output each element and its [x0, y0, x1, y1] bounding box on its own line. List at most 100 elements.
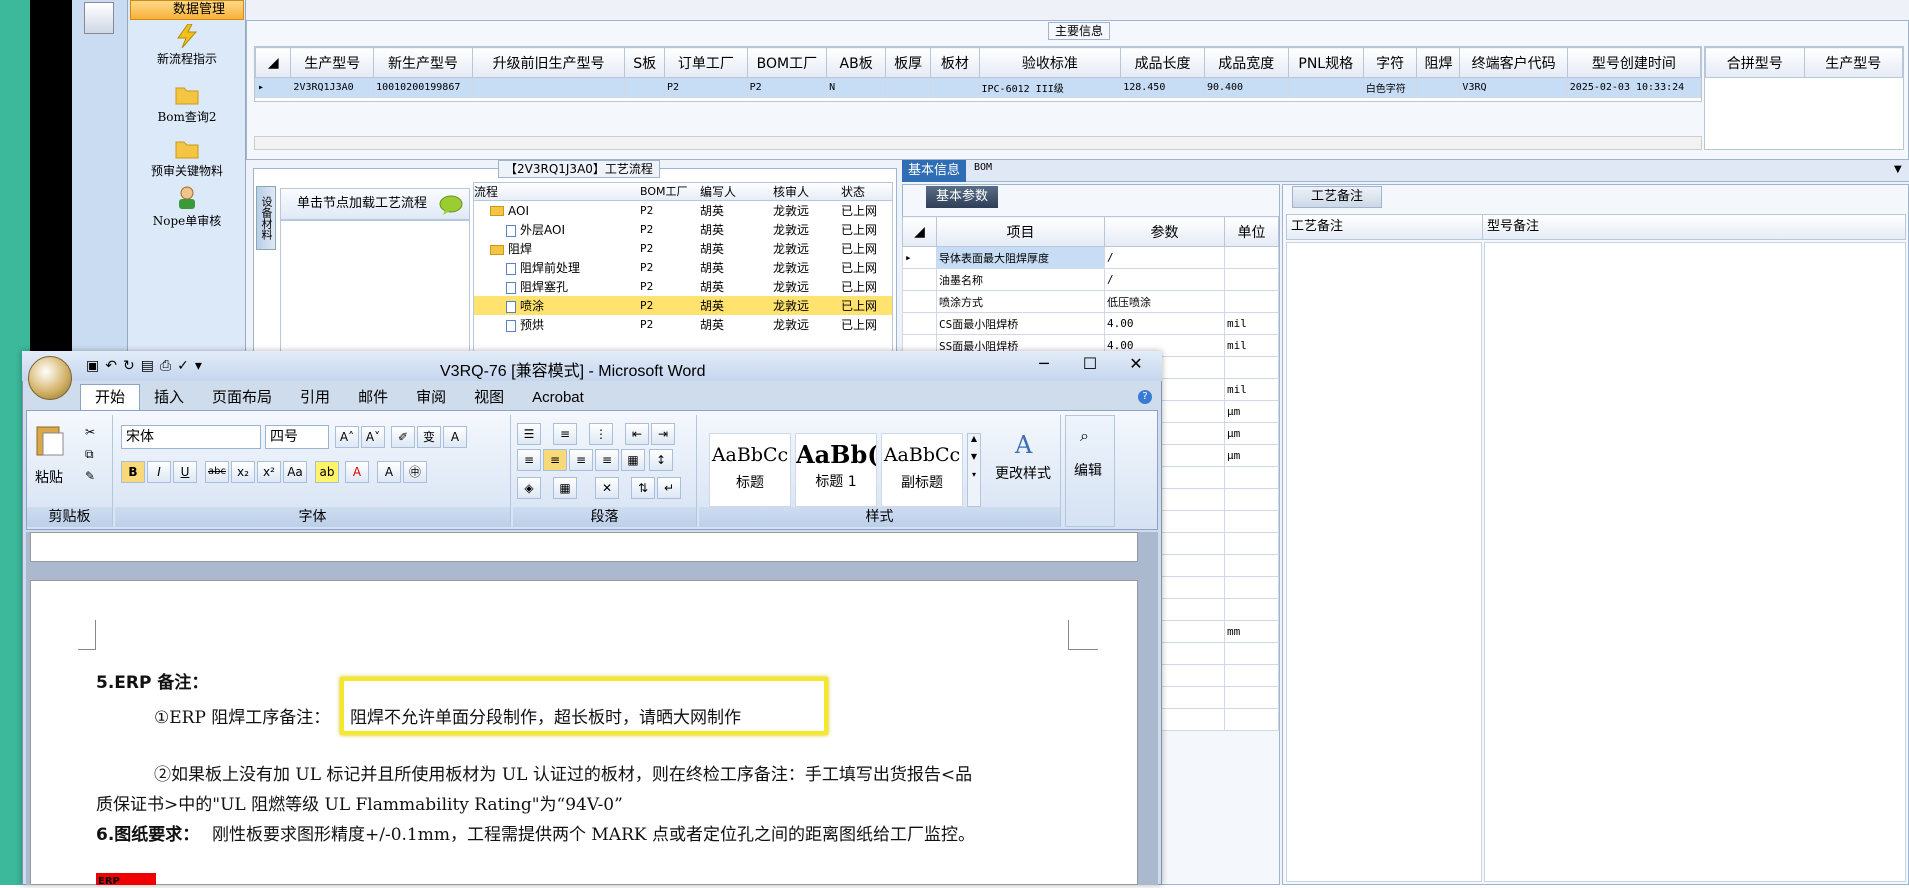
close-button[interactable]: ✕ — [1116, 352, 1156, 376]
calculator-icon[interactable] — [84, 2, 114, 34]
tree-row[interactable]: 阻焊塞孔 P2 胡英 龙敦远 已上网 — [474, 277, 892, 296]
open-icon[interactable]: ▤ — [141, 358, 160, 374]
param-value[interactable]: / — [1104, 268, 1225, 291]
tab-insert[interactable]: 插入 — [140, 385, 198, 411]
param-title[interactable]: 基本参数 — [926, 186, 998, 208]
cell[interactable]: 白色字符 — [1362, 77, 1418, 98]
param-item[interactable]: 油墨名称 — [936, 268, 1105, 291]
copy-icon[interactable]: ⧉ — [85, 447, 94, 462]
cell[interactable] — [624, 77, 665, 98]
cut-icon[interactable]: ✂ — [85, 425, 95, 439]
paste-button[interactable]: 粘贴 — [35, 467, 63, 487]
col-header[interactable]: 阻焊 — [1416, 47, 1461, 78]
office-button[interactable] — [28, 356, 72, 400]
edit-button[interactable]: 编辑 — [1074, 460, 1102, 480]
col-header[interactable]: 单位 — [1224, 216, 1279, 247]
param-unit[interactable] — [1224, 642, 1279, 665]
multilevel-icon[interactable]: ⋮ — [589, 423, 613, 445]
tab-review[interactable]: 审阅 — [402, 385, 460, 411]
numbering-icon[interactable]: ≡ — [553, 423, 577, 445]
tree-row[interactable]: 预烘 P2 胡英 龙敦远 已上网 — [474, 315, 892, 334]
line-spacing-icon[interactable]: ↕ — [649, 449, 673, 471]
dropdown-arrow-icon[interactable]: ▼ — [1894, 164, 1902, 175]
col-header[interactable]: 项目 — [936, 216, 1105, 247]
cell[interactable]: 2V3RQ1J3A0 — [290, 77, 375, 98]
cell[interactable]: P2 — [746, 77, 828, 98]
redo-icon[interactable]: ↻ — [123, 358, 141, 374]
col-header[interactable]: 板厚 — [885, 47, 932, 78]
param-unit[interactable] — [1224, 466, 1279, 489]
tree-node[interactable]: AOI — [474, 204, 634, 218]
nav-item-materials[interactable]: 预审关键物料 — [128, 136, 246, 179]
save-icon[interactable]: ▣ — [86, 358, 105, 374]
justify-icon[interactable]: ≡ — [595, 449, 619, 471]
param-unit[interactable] — [1224, 268, 1279, 291]
param-value[interactable]: 4.00 — [1104, 312, 1225, 335]
tree-col-bom[interactable]: BOM工厂 — [634, 183, 692, 200]
tree-row[interactable]: 阻焊前处理 P2 胡英 龙敦远 已上网 — [474, 258, 892, 277]
param-unit[interactable] — [1224, 246, 1279, 269]
enclose-char-icon[interactable]: ㊥ — [403, 461, 427, 483]
styles-scroll[interactable]: ▲ ▼ ▾ — [967, 433, 981, 507]
notes-col-model[interactable]: 型号备注 — [1483, 215, 1905, 239]
cell[interactable]: N — [826, 77, 887, 98]
font-name-select[interactable]: 宋体 — [121, 425, 261, 449]
cell[interactable]: P2 — [664, 77, 748, 98]
param-unit[interactable] — [1224, 686, 1279, 709]
process-notes-area[interactable] — [1286, 242, 1482, 882]
distribute-icon[interactable]: ▦ — [621, 449, 645, 471]
align-left-icon[interactable]: ≡ — [517, 449, 541, 471]
shrink-font-icon[interactable]: A˅ — [361, 426, 385, 448]
param-unit[interactable]: μm — [1224, 422, 1279, 445]
col-header[interactable]: S板 — [624, 47, 665, 78]
minimize-button[interactable]: ─ — [1024, 352, 1064, 376]
col-header[interactable]: 成品长度 — [1120, 47, 1205, 78]
data-mgmt-header[interactable]: 数据管理 — [130, 0, 244, 20]
print-icon[interactable]: ⎙ — [160, 358, 177, 374]
tree-col-writer[interactable]: 编写人 — [692, 183, 767, 200]
row-selector[interactable]: ▸ — [254, 77, 292, 98]
tab-bom[interactable]: BOM — [974, 162, 992, 173]
param-row[interactable]: ▸ 导体表面最大阻焊厚度 / — [902, 246, 1279, 269]
tab-basic-info[interactable]: 基本信息 — [902, 160, 966, 182]
tree-row[interactable]: 阻焊 P2 胡英 龙敦远 已上网 — [474, 239, 892, 258]
nav-item-review[interactable]: Nope单审核 — [128, 186, 246, 229]
row-selector[interactable]: ▸ — [902, 246, 937, 269]
tab-mailings[interactable]: 邮件 — [344, 385, 402, 411]
tree-node[interactable]: 阻焊 — [474, 240, 634, 257]
undo-icon[interactable]: ↶ — [105, 358, 123, 374]
help-icon[interactable]: ? — [1138, 390, 1152, 404]
col-header[interactable]: 升级前旧生产型号 — [471, 47, 626, 78]
cell[interactable]: V3RQ — [1459, 77, 1568, 98]
param-value[interactable]: / — [1104, 246, 1225, 269]
param-unit[interactable]: mil — [1224, 378, 1279, 401]
param-row[interactable]: CS面最小阻焊桥 4.00 mil — [902, 312, 1279, 335]
cell[interactable]: IPC-6012 III级 — [978, 77, 1122, 98]
style-heading-1[interactable]: AaBb(标题 1 — [795, 433, 877, 507]
param-item[interactable]: 导体表面最大阻焊厚度 — [936, 246, 1105, 269]
col-header[interactable]: 终端客户代码 — [1459, 47, 1568, 78]
param-unit[interactable] — [1224, 664, 1279, 687]
cell[interactable] — [1416, 77, 1461, 98]
col-header[interactable]: 板材 — [930, 47, 980, 78]
col-header[interactable]: 新生产型号 — [373, 47, 473, 78]
increase-indent-icon[interactable]: ⇥ — [651, 423, 675, 445]
tree-col-reviewer[interactable]: 核审人 — [767, 183, 837, 200]
col-header[interactable]: 成品宽度 — [1203, 47, 1289, 78]
param-value[interactable]: 低压喷涂 — [1104, 290, 1225, 313]
param-row[interactable]: 油墨名称 / — [902, 268, 1279, 291]
col-header[interactable]: 字符 — [1362, 47, 1418, 78]
cell[interactable] — [471, 77, 626, 98]
nav-item-bom[interactable]: Bom查询2 — [128, 82, 246, 125]
show-marks-icon[interactable]: ↵ — [657, 477, 681, 499]
clear-format-icon[interactable]: ✐ — [391, 426, 415, 448]
font-color-icon[interactable]: A — [345, 461, 369, 483]
param-unit[interactable]: mil — [1224, 334, 1279, 357]
row-selector[interactable] — [902, 268, 937, 291]
font-size-select[interactable]: 四号 — [265, 425, 329, 449]
tree-node[interactable]: 阻焊前处理 — [474, 259, 634, 276]
strikethrough-button[interactable]: abc — [205, 461, 229, 483]
maximize-button[interactable]: ☐ — [1070, 352, 1110, 376]
row-selector[interactable] — [902, 290, 937, 313]
param-unit[interactable] — [1224, 554, 1279, 577]
